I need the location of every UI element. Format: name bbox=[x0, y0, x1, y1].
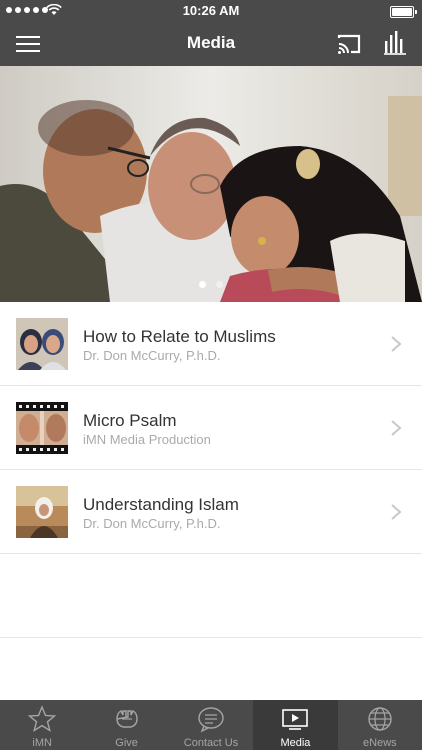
media-list: How to Relate to Muslims Dr. Don McCurry… bbox=[0, 302, 422, 638]
media-list-item[interactable]: Micro Psalm iMN Media Production bbox=[0, 386, 422, 470]
hero-carousel[interactable] bbox=[0, 66, 422, 302]
chevron-right-icon bbox=[391, 420, 402, 436]
tab-imn[interactable]: iMN bbox=[0, 700, 84, 750]
status-time: 10:26 AM bbox=[182, 3, 240, 18]
media-title: Understanding Islam bbox=[83, 495, 239, 514]
tab-label: eNews bbox=[363, 737, 397, 749]
tab-label: iMN bbox=[32, 737, 52, 749]
media-list-item[interactable]: Understanding Islam Dr. Don McCurry, P.h… bbox=[0, 470, 422, 554]
media-list-item[interactable]: How to Relate to Muslims Dr. Don McCurry… bbox=[0, 302, 422, 386]
tab-label: Media bbox=[280, 737, 311, 749]
tab-media[interactable]: Media bbox=[253, 700, 338, 750]
tab-label: Contact Us bbox=[183, 737, 239, 749]
media-subtitle: Dr. Don McCurry, P.h.D. bbox=[83, 516, 221, 531]
tab-label: Give bbox=[115, 737, 138, 749]
bar-chart-icon[interactable] bbox=[384, 31, 406, 55]
media-subtitle: iMN Media Production bbox=[83, 432, 211, 447]
hero-photo bbox=[0, 66, 422, 302]
carousel-dot[interactable] bbox=[216, 281, 223, 288]
carousel-page-indicator[interactable] bbox=[0, 281, 422, 288]
tab-contact-us[interactable]: Contact Us bbox=[169, 700, 253, 750]
star-icon bbox=[28, 705, 57, 733]
chevron-right-icon bbox=[391, 504, 402, 520]
tab-give[interactable]: Give bbox=[84, 700, 168, 750]
status-bar: 10:26 AM bbox=[0, 0, 422, 22]
media-thumbnail bbox=[16, 402, 68, 454]
navigation-bar: Media bbox=[0, 22, 422, 66]
carousel-dot[interactable] bbox=[199, 281, 206, 288]
tab-enews[interactable]: eNews bbox=[338, 700, 422, 750]
globe-icon bbox=[368, 707, 392, 731]
media-title: Micro Psalm bbox=[83, 411, 177, 430]
cast-icon[interactable] bbox=[336, 32, 362, 56]
media-subtitle: Dr. Don McCurry, P.h.D. bbox=[83, 348, 221, 363]
play-screen-icon bbox=[282, 709, 309, 730]
tab-bar: iMN Give Contact Us Media eNews bbox=[0, 700, 422, 750]
media-title: How to Relate to Muslims bbox=[83, 327, 276, 346]
chat-bubble-icon bbox=[198, 707, 224, 733]
media-thumbnail bbox=[16, 486, 68, 538]
empty-list-row bbox=[0, 554, 422, 638]
battery-icon bbox=[390, 6, 417, 18]
chevron-right-icon bbox=[391, 336, 402, 352]
media-thumbnail bbox=[16, 318, 68, 370]
hands-icon bbox=[115, 710, 138, 728]
